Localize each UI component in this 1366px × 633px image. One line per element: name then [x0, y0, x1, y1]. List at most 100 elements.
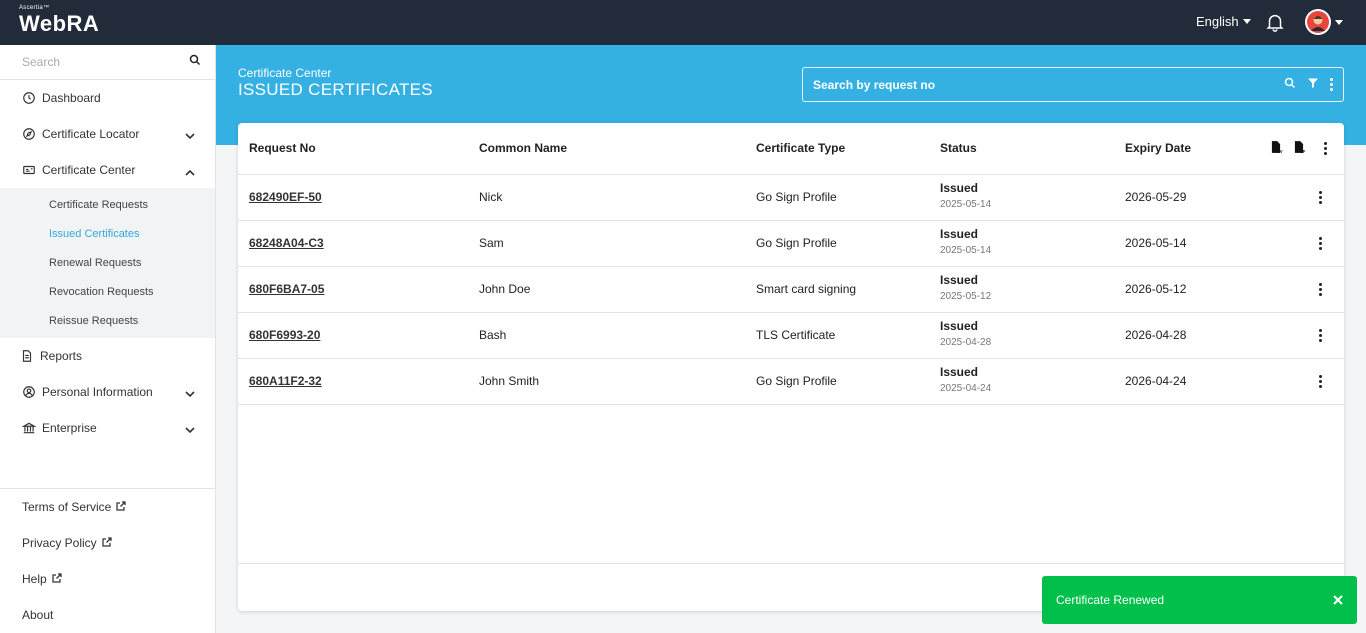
sidebar-item-label: Personal Information	[42, 384, 153, 399]
certificate-type: Smart card signing	[756, 282, 857, 296]
request-no-link[interactable]: 682490EF-50	[249, 190, 322, 204]
search-icon[interactable]	[189, 53, 201, 71]
sidebar-subitem-reissue-requests[interactable]: Reissue Requests	[0, 306, 215, 335]
table-row: 680F6BA7-05 John Doe Smart card signing …	[238, 267, 1344, 313]
export-csv-label: CSV	[1274, 149, 1283, 154]
chevron-down-icon	[185, 387, 195, 401]
avatar	[1305, 9, 1331, 35]
row-actions-icon[interactable]	[1316, 329, 1324, 342]
row-actions-icon[interactable]	[1316, 237, 1324, 250]
expiry-date: 2026-05-14	[1125, 236, 1187, 250]
user-menu[interactable]	[1305, 9, 1343, 35]
sidebar-item-reports[interactable]: Reports	[0, 338, 215, 374]
table-row: 68248A04-C3 Sam Go Sign Profile Issued 2…	[238, 221, 1344, 267]
table-footer	[238, 563, 1344, 564]
terms-of-service-link[interactable]: Terms of Service	[0, 489, 215, 525]
status-cell: Issued 2025-04-24	[940, 365, 991, 394]
sidebar-item-label: Dashboard	[42, 91, 101, 105]
column-header-request-no[interactable]: Request No	[249, 141, 316, 155]
export-pdf-icon[interactable]: PDF	[1292, 140, 1306, 157]
toast-notification: Certificate Renewed	[1042, 576, 1357, 624]
sidebar-search-input[interactable]	[22, 55, 172, 69]
breadcrumb[interactable]: Certificate Center	[238, 66, 331, 80]
status-label: Issued	[940, 227, 979, 241]
sidebar-item-certificate-locator[interactable]: Certificate Locator	[0, 116, 215, 152]
bell-icon[interactable]	[1264, 11, 1286, 33]
request-search-input[interactable]	[813, 77, 1284, 92]
about-link[interactable]: About	[0, 597, 215, 633]
table-options-icon[interactable]	[1321, 142, 1329, 155]
column-header-common-name[interactable]: Common Name	[479, 141, 567, 155]
sidebar-item-dashboard[interactable]: Dashboard	[0, 80, 215, 116]
row-actions-icon[interactable]	[1316, 191, 1324, 204]
close-icon[interactable]	[1333, 592, 1343, 608]
status-date: 2025-05-12	[940, 291, 992, 302]
sidebar-subitem-revocation-requests[interactable]: Revocation Requests	[0, 277, 215, 306]
export-csv-icon[interactable]: CSV	[1269, 140, 1283, 157]
request-no-link[interactable]: 680F6BA7-05	[249, 282, 324, 296]
table-row: 680F6993-20 Bash TLS Certificate Issued …	[238, 313, 1344, 359]
page-title: ISSUED CERTIFICATES	[238, 80, 433, 99]
certificate-type: TLS Certificate	[756, 328, 836, 342]
status-label: Issued	[940, 181, 979, 195]
more-options-icon[interactable]	[1330, 78, 1333, 91]
export-pdf-label: PDF	[1297, 149, 1306, 154]
search-icon[interactable]	[1284, 76, 1296, 94]
sidebar: Dashboard Certificate Locator Certificat…	[0, 45, 216, 633]
sidebar-item-label: Enterprise	[42, 420, 97, 435]
compass-icon	[22, 127, 36, 141]
language-selector[interactable]: English	[1196, 14, 1251, 29]
sidebar-item-personal-information[interactable]: Personal Information	[0, 374, 215, 410]
sidebar-subitem-certificate-requests[interactable]: Certificate Requests	[0, 191, 215, 220]
column-header-expiry-date[interactable]: Expiry Date	[1125, 141, 1191, 155]
certificate-center-submenu: Certificate Requests Issued Certificates…	[0, 188, 215, 338]
row-actions-icon[interactable]	[1316, 283, 1324, 296]
expiry-date: 2026-04-24	[1125, 374, 1187, 388]
common-name: John Smith	[479, 374, 540, 388]
sidebar-item-label: Reports	[40, 348, 83, 363]
row-actions-icon[interactable]	[1316, 375, 1324, 388]
sidebar-item-certificate-center[interactable]: Certificate Center	[0, 152, 215, 188]
id-card-icon	[22, 163, 36, 177]
sidebar-search	[0, 45, 215, 80]
sidebar-item-label: Certificate Center	[42, 163, 136, 177]
document-icon	[20, 349, 34, 363]
sidebar-item-enterprise[interactable]: Enterprise	[0, 410, 215, 446]
sidebar-subitem-renewal-requests[interactable]: Renewal Requests	[0, 249, 215, 278]
column-header-status[interactable]: Status	[940, 141, 977, 155]
expiry-date: 2026-05-12	[1125, 282, 1187, 296]
status-cell: Issued 2025-05-14	[940, 227, 991, 256]
common-name: Sam	[479, 236, 504, 250]
privacy-policy-link[interactable]: Privacy Policy	[0, 525, 215, 561]
filter-icon[interactable]	[1307, 76, 1319, 94]
certificate-type: Go Sign Profile	[756, 236, 837, 250]
help-link[interactable]: Help	[0, 561, 215, 597]
caret-down-icon	[1335, 19, 1343, 25]
sidebar-subitem-issued-certificates[interactable]: Issued Certificates	[0, 220, 215, 249]
app-logo[interactable]: Ascertia™ WebRA	[19, 5, 99, 36]
bank-icon	[22, 421, 36, 435]
sidebar-footer: Terms of Service Privacy Policy Help Abo…	[0, 488, 215, 633]
expiry-date: 2026-05-29	[1125, 190, 1187, 204]
status-cell: Issued 2025-05-14	[940, 181, 991, 210]
expiry-date: 2026-04-28	[1125, 328, 1187, 342]
column-header-certificate-type[interactable]: Certificate Type	[756, 141, 845, 155]
status-date: 2025-05-14	[940, 199, 992, 210]
top-bar: Ascertia™ WebRA English	[0, 0, 1366, 45]
status-label: Issued	[940, 365, 979, 379]
common-name: Bash	[479, 328, 507, 342]
common-name: Nick	[479, 190, 503, 204]
request-no-link[interactable]: 680A11F2-32	[249, 374, 322, 388]
sidebar-item-label: Certificate Locator	[42, 127, 140, 141]
common-name: John Doe	[479, 282, 531, 296]
request-no-link[interactable]: 68248A04-C3	[249, 236, 324, 250]
status-label: Issued	[940, 273, 979, 287]
request-no-link[interactable]: 680F6993-20	[249, 328, 320, 342]
toast-message: Certificate Renewed	[1056, 593, 1165, 607]
certificate-type: Go Sign Profile	[756, 190, 837, 204]
user-circle-icon	[22, 385, 36, 399]
footer-link-label: Terms of Service	[22, 500, 112, 514]
footer-link-label: Help	[22, 572, 47, 586]
status-cell: Issued 2025-05-12	[940, 273, 991, 302]
request-search-box	[802, 67, 1344, 102]
